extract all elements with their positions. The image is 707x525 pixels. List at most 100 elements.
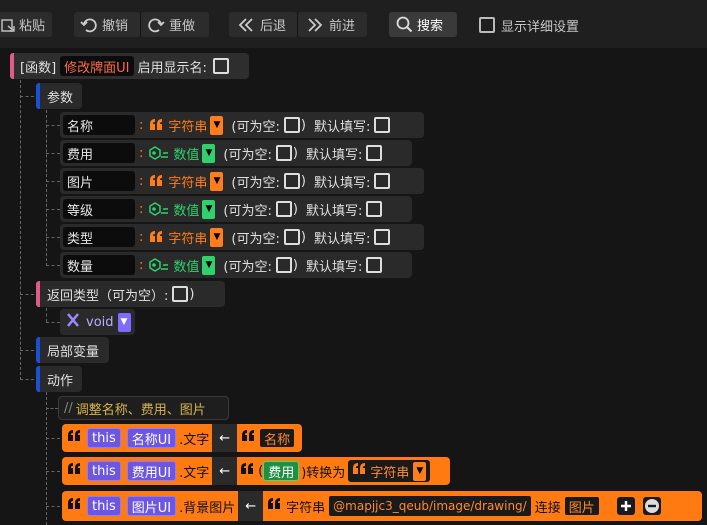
name-ui-chip[interactable]: 名称UI [126, 428, 177, 448]
nullable-label: (可为空: [231, 231, 280, 247]
param-type-dropdown[interactable]: ▼ [202, 255, 216, 275]
function-name-field[interactable]: 修改牌面UI [60, 56, 134, 76]
assign-image-action[interactable]: this 图片UI .背景图片 ← 字符串 @mapjjc3_qeub/imag… [62, 491, 702, 521]
quote-icon [240, 462, 255, 480]
this-chip[interactable]: this [87, 496, 121, 516]
enable-display-name-checkbox[interactable] [212, 58, 229, 74]
return-type-dropdown[interactable]: ▼ [117, 312, 131, 332]
param-type-label: 字符串 [168, 231, 208, 247]
param-row[interactable]: 名称: 字符串 ▼ (可为空:) 默认填写: [60, 112, 424, 138]
assign-cost-action[interactable]: this 费用UI .文字 ← ( 费用 )转换为 字符串 ▼ [62, 457, 450, 485]
return-type-label: 返回类型（可为空）: [47, 288, 169, 304]
back-button[interactable]: 后退 [229, 12, 297, 37]
remove-icon[interactable] [642, 496, 662, 516]
local-vars-section[interactable]: 局部变量 [36, 337, 109, 363]
image-ui-chip[interactable]: 图片UI [126, 496, 177, 516]
this-chip[interactable]: this [87, 428, 121, 448]
param-row[interactable]: 费用: 数值 ▼ (可为空:) 默认填写: [60, 140, 412, 166]
return-nullable-checkbox[interactable] [172, 286, 189, 302]
param-row[interactable]: 图片: 字符串 ▼ (可为空:) 默认填写: [60, 168, 424, 194]
default-fill-checkbox[interactable] [374, 229, 391, 245]
assign-name-action[interactable]: this 名称UI .文字 ← 名称 [62, 424, 302, 452]
param-name-field[interactable]: 费用 [63, 143, 135, 163]
quote-icon [67, 497, 82, 515]
number-type-icon [149, 258, 169, 272]
add-icon[interactable] [616, 496, 636, 516]
param-type-select[interactable]: 数值 ▼ [147, 143, 217, 163]
name-var-ref[interactable]: 名称 [237, 426, 300, 450]
forward-button[interactable]: 前进 [298, 12, 367, 37]
param-name-field[interactable]: 数量 [63, 255, 135, 275]
nullable-checkbox[interactable] [283, 173, 300, 189]
quote-icon [241, 429, 256, 447]
cost-ui-chip[interactable]: 费用UI [126, 461, 177, 481]
nullable-checkbox[interactable] [275, 145, 292, 161]
quote-icon [352, 462, 367, 480]
nullable-checkbox[interactable] [283, 117, 300, 133]
image-var-chip[interactable]: 图片 [563, 496, 600, 516]
param-type-select[interactable]: 字符串 ▼ [147, 115, 225, 135]
nullable-checkbox[interactable] [275, 201, 292, 217]
params-section[interactable]: 参数 [36, 83, 82, 109]
string-type-icon [149, 230, 164, 244]
param-type-select[interactable]: 字符串 ▼ [147, 227, 225, 247]
param-type-select[interactable]: 数值 ▼ [147, 199, 217, 219]
function-block[interactable]: [函数] 修改牌面UI 启用显示名: [10, 53, 249, 79]
default-fill-checkbox[interactable] [366, 145, 383, 161]
search-label: 搜索 [417, 19, 444, 34]
undo-label: 撤销 [102, 19, 129, 34]
comment-prefix: // [64, 400, 73, 416]
nullable-checkbox[interactable] [283, 229, 300, 245]
param-name-field[interactable]: 类型 [63, 227, 135, 247]
param-row[interactable]: 类型: 字符串 ▼ (可为空:) 默认填写: [60, 224, 424, 250]
param-name-field[interactable]: 图片 [63, 171, 135, 191]
nullable-checkbox[interactable] [275, 257, 292, 273]
default-fill-checkbox[interactable] [374, 117, 391, 133]
param-colon: : [139, 257, 144, 273]
paste-button[interactable]: 粘贴 [0, 12, 52, 37]
undo-icon [80, 17, 98, 33]
param-name-field[interactable]: 等级 [63, 199, 135, 219]
param-type-dropdown[interactable]: ▼ [202, 143, 216, 163]
param-type-dropdown[interactable]: ▼ [210, 115, 224, 135]
param-row[interactable]: 数量: 数值 ▼ (可为空:) 默认填写: [60, 252, 412, 278]
redo-button[interactable]: 重做 [141, 12, 209, 37]
param-type-label: 字符串 [168, 119, 208, 135]
forward-label: 前进 [329, 19, 356, 34]
convert-type-select[interactable]: 字符串 ▼ [348, 460, 431, 482]
param-name-field[interactable]: 名称 [63, 115, 135, 135]
comment-block[interactable]: // 调整名称、费用、图片 [58, 396, 229, 420]
param-type-label: 数值 [173, 147, 200, 163]
default-fill-checkbox[interactable] [366, 201, 383, 217]
param-type-dropdown[interactable]: ▼ [210, 227, 224, 247]
param-colon: : [139, 229, 144, 245]
undo-button[interactable]: 撤销 [74, 12, 140, 37]
actions-section[interactable]: 动作 [36, 366, 82, 392]
return-type-block[interactable]: 返回类型（可为空）: ) [36, 281, 225, 307]
cost-var-chip[interactable]: 费用 [263, 461, 300, 481]
param-type-dropdown[interactable]: ▼ [202, 199, 216, 219]
param-colon: : [139, 201, 144, 217]
search-icon [396, 16, 413, 33]
this-chip[interactable]: this [87, 461, 121, 481]
nullable-label: (可为空: [223, 203, 272, 219]
convert-type-dropdown[interactable]: ▼ [413, 461, 427, 481]
quote-icon [267, 497, 282, 515]
convert-type-label: 字符串 [370, 465, 410, 481]
search-button[interactable]: 搜索 [389, 12, 457, 37]
back-icon [237, 17, 255, 33]
param-row[interactable]: 等级: 数值 ▼ (可为空:) 默认填写: [60, 196, 412, 222]
param-type-label: 数值 [173, 259, 200, 275]
default-fill-checkbox[interactable] [374, 173, 391, 189]
number-type-icon [149, 146, 169, 160]
show-details-checkbox[interactable] [479, 17, 495, 33]
param-type-select[interactable]: 数值 ▼ [147, 255, 217, 275]
param-type-select[interactable]: 字符串 ▼ [147, 171, 225, 191]
default-fill-checkbox[interactable] [366, 257, 383, 273]
paste-icon [0, 17, 16, 33]
path-input[interactable]: @mapjjc3_qeub/image/drawing/ [328, 495, 532, 517]
return-type-value-block[interactable]: void ▼ [60, 309, 135, 335]
nullable-close: ) [292, 145, 298, 161]
default-fill-label: 默认填写: [313, 175, 371, 191]
param-type-dropdown[interactable]: ▼ [210, 171, 224, 191]
